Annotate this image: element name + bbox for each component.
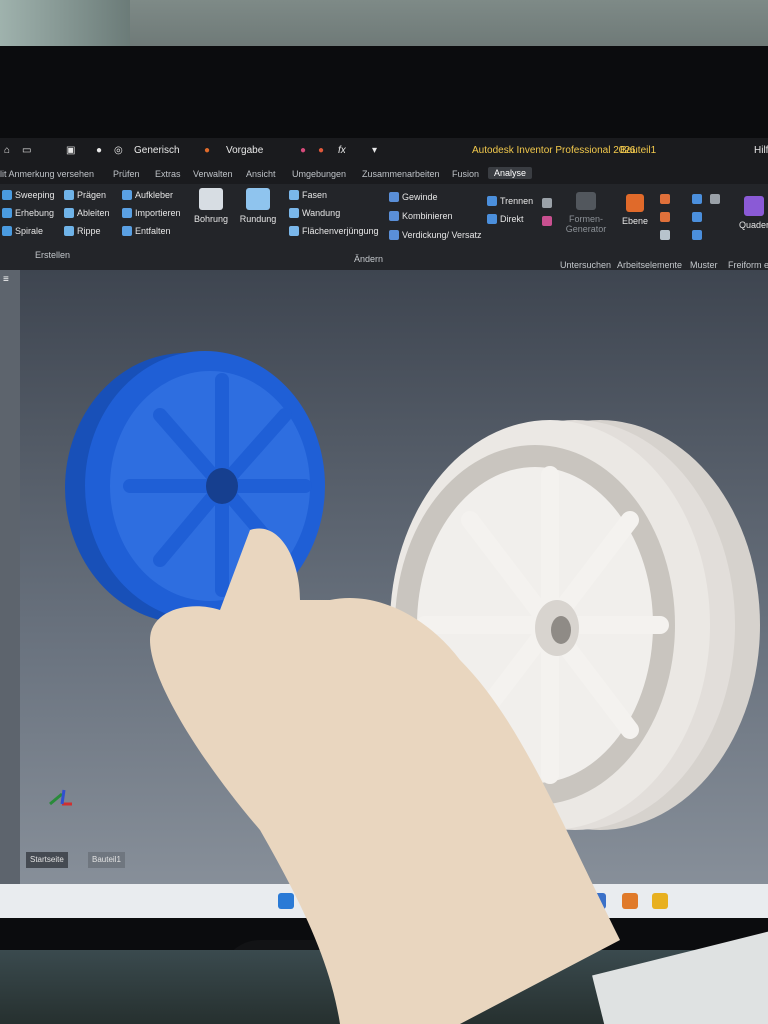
foreground-photo	[65, 351, 768, 1024]
photo-scene: ⌂ ▭ ▣ ● ◎ Generisch ● Vorgabe ● ● fx ▾ A…	[0, 0, 768, 1024]
shirt-sleeve	[592, 927, 768, 1024]
